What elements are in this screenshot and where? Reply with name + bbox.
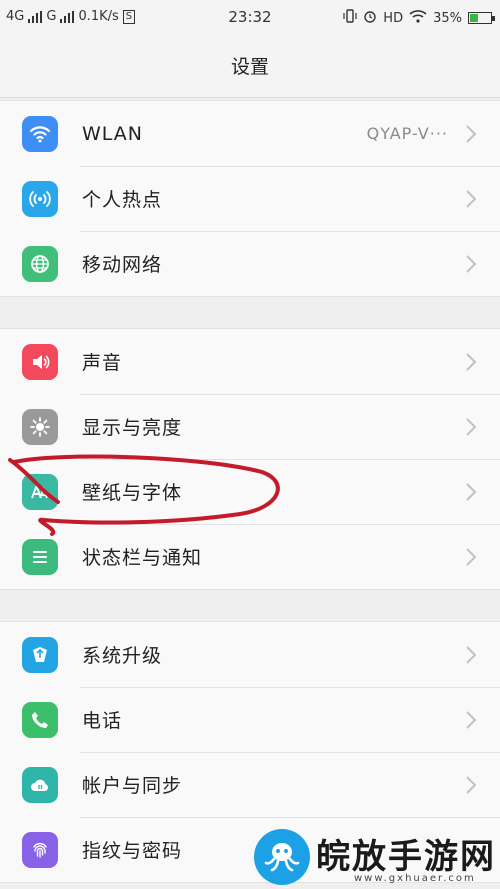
settings-label: 状态栏与通知 (82, 547, 203, 569)
battery-icon (468, 12, 495, 24)
list-icon (22, 538, 58, 575)
speaker-icon (22, 343, 58, 380)
chevron-right-icon (466, 124, 477, 143)
settings-label: 显示与亮度 (82, 417, 183, 439)
chevron-right-icon (466, 352, 477, 371)
status-bar: 4G G 0.1K/s S 23:32 HD 35% (0, 0, 500, 34)
hd-label: HD (383, 10, 404, 26)
settings-label: 声音 (82, 352, 123, 374)
settings-row-wlan[interactable]: WLAN QYAP-V··· (0, 101, 500, 166)
settings-label: 指纹与密码 (82, 840, 183, 862)
wifi-icon (22, 115, 58, 152)
settings-label: WLAN (82, 122, 144, 145)
settings-row-account-sync[interactable]: 帐户与同步 (0, 752, 500, 817)
settings-label: 系统升级 (82, 645, 163, 667)
brightness-icon (22, 408, 58, 445)
settings-row-phone[interactable]: 电话 (0, 687, 500, 752)
status-right: HD 35% (343, 9, 495, 27)
settings-row-system-upgrade[interactable]: 系统升级 (0, 622, 500, 687)
hotspot-icon (22, 180, 58, 217)
settings-label: 壁纸与字体 (82, 482, 183, 504)
battery-percent: 35% (433, 10, 462, 26)
font-icon (22, 473, 58, 510)
vibrate-icon (343, 9, 357, 27)
wlan-network-value: QYAP-V··· (366, 124, 448, 143)
settings-row-statusbar-notification[interactable]: 状态栏与通知 (0, 524, 500, 589)
alarm-icon (363, 9, 377, 27)
settings-row-hotspot[interactable]: 个人热点 (0, 166, 500, 231)
chevron-right-icon (466, 482, 477, 501)
chevron-right-icon (466, 189, 477, 208)
chevron-right-icon (466, 710, 477, 729)
settings-label: 电话 (82, 710, 123, 732)
fingerprint-icon (22, 831, 58, 868)
settings-group-display: 声音 显示与亮度 壁纸与字体 状态栏与通知 (0, 328, 500, 590)
upgrade-icon (22, 636, 58, 673)
wifi-status-icon (409, 9, 427, 27)
settings-label: 移动网络 (82, 254, 163, 276)
octopus-logo-icon (254, 829, 310, 885)
globe-icon (22, 245, 58, 282)
page-title: 设置 (230, 56, 269, 78)
settings-row-display-brightness[interactable]: 显示与亮度 (0, 394, 500, 459)
settings-label: 帐户与同步 (82, 775, 183, 797)
settings-row-sound[interactable]: 声音 (0, 329, 500, 394)
watermark-url: www.gxhuaer.com (354, 873, 476, 884)
settings-group-network: WLAN QYAP-V··· 个人热点 移动网络 (0, 100, 500, 297)
phone-icon (22, 701, 58, 738)
settings-label: 个人热点 (82, 189, 163, 211)
chevron-right-icon (466, 254, 477, 273)
cloud-sync-icon (22, 766, 58, 803)
settings-row-wallpaper-font[interactable]: 壁纸与字体 (0, 459, 500, 524)
chevron-right-icon (466, 417, 477, 436)
watermark: 皖放手游网 www.gxhuaer.com (250, 825, 500, 889)
settings-row-mobile-network[interactable]: 移动网络 (0, 231, 500, 296)
page-title-bar: 设置 (0, 34, 500, 98)
watermark-text: 皖放手游网 (316, 837, 496, 877)
chevron-right-icon (466, 547, 477, 566)
chevron-right-icon (466, 645, 477, 664)
chevron-right-icon (466, 775, 477, 794)
